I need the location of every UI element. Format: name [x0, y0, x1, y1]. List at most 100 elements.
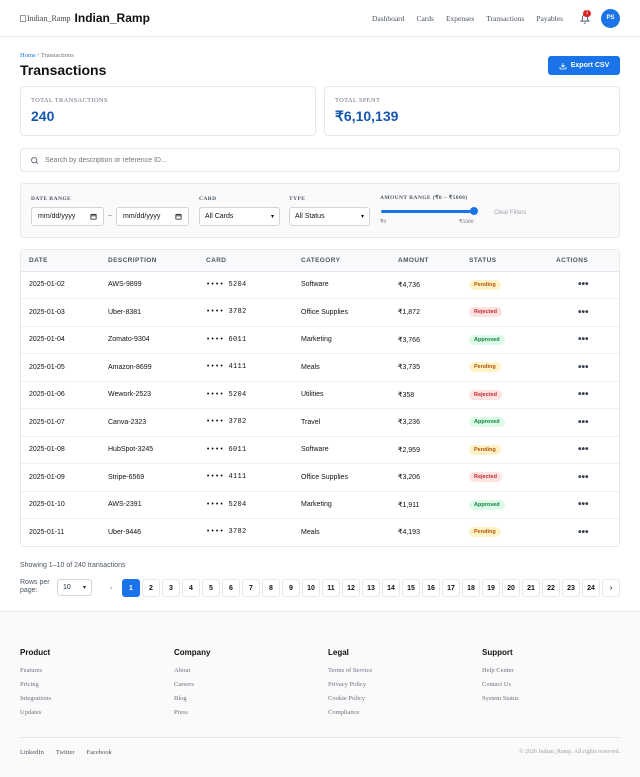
footer-link[interactable]: Careers: [174, 681, 210, 689]
more-actions-icon[interactable]: •••: [556, 362, 589, 373]
cell-status: Approved: [461, 491, 548, 519]
page-button[interactable]: 1: [122, 579, 140, 597]
more-actions-icon[interactable]: •••: [556, 527, 589, 538]
page-button[interactable]: 3: [162, 579, 180, 597]
footer-link[interactable]: Help Center: [482, 667, 519, 675]
column-header-amount[interactable]: AMOUNT: [390, 250, 461, 272]
export-csv-button[interactable]: Export CSV: [548, 56, 620, 75]
footer-link[interactable]: Integrations: [20, 695, 51, 703]
page-button[interactable]: 20: [502, 579, 520, 597]
table-row[interactable]: 2025-01-11 Uber-9446 •••• 3782 Meals ₹4,193 P…: [21, 518, 619, 546]
table-row[interactable]: 2025-01-10 AWS-2391 •••• 5204 Marketing ₹1,9…: [21, 491, 619, 519]
page-button[interactable]: 21: [522, 579, 540, 597]
more-actions-icon[interactable]: •••: [556, 389, 589, 400]
date-to-input[interactable]: mm/dd/yyyy: [116, 207, 189, 226]
more-actions-icon[interactable]: •••: [556, 307, 589, 318]
page-button[interactable]: 13: [362, 579, 380, 597]
more-actions-icon[interactable]: •••: [556, 472, 589, 483]
brand[interactable]: Indian_Ramp Indian_Ramp: [20, 11, 150, 25]
page-button[interactable]: 19: [482, 579, 500, 597]
nav-payables[interactable]: Payables: [536, 14, 563, 23]
footer-link[interactable]: Terms of Service: [328, 667, 372, 675]
footer-link[interactable]: Privacy Policy: [328, 681, 372, 689]
page-button[interactable]: 6: [222, 579, 240, 597]
social-link-twitter[interactable]: Twitter: [56, 749, 75, 756]
next-page-button[interactable]: ›: [602, 579, 620, 597]
page-button[interactable]: 17: [442, 579, 460, 597]
column-header-card[interactable]: CARD: [198, 250, 293, 272]
cell-card: •••• 5204: [198, 271, 293, 299]
page-button[interactable]: 14: [382, 579, 400, 597]
page-button[interactable]: 10: [302, 579, 320, 597]
column-header-category[interactable]: CATEGORY: [293, 250, 390, 272]
page-button[interactable]: 15: [402, 579, 420, 597]
amount-range-handle[interactable]: [470, 207, 478, 215]
page-button[interactable]: 23: [562, 579, 580, 597]
page-button[interactable]: 11: [322, 579, 340, 597]
more-actions-icon[interactable]: •••: [556, 334, 589, 345]
column-header-description[interactable]: DESCRIPTION: [100, 250, 198, 272]
page-button[interactable]: 8: [262, 579, 280, 597]
cell-actions: •••: [548, 463, 619, 492]
page-button[interactable]: 7: [242, 579, 260, 597]
type-filter-select[interactable]: All Status ▾: [289, 207, 370, 226]
more-actions-icon[interactable]: •••: [556, 499, 589, 510]
footer-link[interactable]: Compliance: [328, 709, 372, 717]
table-row[interactable]: 2025-01-08 HubSpot-3245 •••• 6011 Software ₹…: [21, 436, 619, 464]
nav-transactions[interactable]: Transactions: [486, 14, 524, 23]
footer-link[interactable]: Updates: [20, 709, 51, 717]
table-row[interactable]: 2025-01-02 AWS-9899 •••• 5204 Software ₹4,73…: [21, 271, 619, 299]
footer-link[interactable]: Features: [20, 667, 51, 675]
more-actions-icon[interactable]: •••: [556, 444, 589, 455]
footer-link[interactable]: System Status: [482, 695, 519, 703]
table-row[interactable]: 2025-01-06 Wework-2523 •••• 5204 Utilities ₹…: [21, 381, 619, 409]
nav-expenses[interactable]: Expenses: [446, 14, 474, 23]
page-button[interactable]: 9: [282, 579, 300, 597]
footer-column-title: Legal: [328, 648, 349, 657]
footer-link[interactable]: Press: [174, 709, 210, 717]
date-range-label: DATE RANGE: [31, 196, 72, 202]
social-link-facebook[interactable]: Facebook: [87, 749, 112, 756]
date-from-input[interactable]: mm/dd/yyyy: [31, 207, 104, 226]
column-header-status[interactable]: STATUS: [461, 250, 548, 272]
search-input[interactable]: [45, 156, 585, 164]
more-actions-icon[interactable]: •••: [556, 417, 589, 428]
footer-link[interactable]: About: [174, 667, 210, 675]
column-header-date[interactable]: DATE: [21, 250, 100, 272]
logo-alt-text: Indian_Ramp: [27, 13, 71, 23]
cell-date: 2025-01-02: [21, 271, 100, 299]
page-button[interactable]: 5: [202, 579, 220, 597]
page-button[interactable]: 2: [142, 579, 160, 597]
card-filter-select[interactable]: All Cards ▾: [199, 207, 280, 226]
cell-status: Rejected: [461, 298, 548, 327]
page-button[interactable]: 4: [182, 579, 200, 597]
breadcrumb-home[interactable]: Home: [20, 52, 36, 59]
footer-link[interactable]: Blog: [174, 695, 210, 703]
page-button[interactable]: 18: [462, 579, 480, 597]
page-button[interactable]: 24: [582, 579, 600, 597]
clear-filters-button[interactable]: Clear Filters: [494, 210, 526, 216]
table-row[interactable]: 2025-01-03 Uber-8381 •••• 3782 Office Suppl…: [21, 298, 619, 327]
nav-dashboard[interactable]: Dashboard: [372, 14, 405, 23]
cell-card: •••• 3782: [198, 518, 293, 546]
cell-description: Uber-9446: [100, 518, 198, 546]
prev-page-button[interactable]: ‹: [102, 579, 120, 597]
cell-status: Pending: [461, 518, 548, 546]
nav-cards[interactable]: Cards: [416, 14, 434, 23]
footer-link[interactable]: Cookie Policy: [328, 695, 372, 703]
user-avatar[interactable]: PS: [601, 8, 620, 28]
footer-link[interactable]: Pricing: [20, 681, 51, 689]
table-row[interactable]: 2025-01-05 Amazon-8699 •••• 4111 Meals ₹3,73…: [21, 353, 619, 382]
amount-range-track[interactable]: [381, 210, 476, 213]
more-actions-icon[interactable]: •••: [556, 279, 589, 290]
page-button[interactable]: 16: [422, 579, 440, 597]
page-button[interactable]: 12: [342, 579, 360, 597]
notifications-button[interactable]: 3: [579, 10, 593, 25]
social-link-linkedin[interactable]: LinkedIn: [20, 749, 44, 756]
footer-link[interactable]: Contact Us: [482, 681, 519, 689]
table-row[interactable]: 2025-01-04 Zomato-9304 •••• 6011 Marketing ₹…: [21, 326, 619, 354]
table-row[interactable]: 2025-01-09 Stripe-6569 •••• 4111 Office Sup…: [21, 463, 619, 492]
rows-per-page-select[interactable]: 10 ▾: [57, 579, 92, 596]
table-row[interactable]: 2025-01-07 Canva-2323 •••• 3782 Travel ₹3,23…: [21, 408, 619, 437]
page-button[interactable]: 22: [542, 579, 560, 597]
